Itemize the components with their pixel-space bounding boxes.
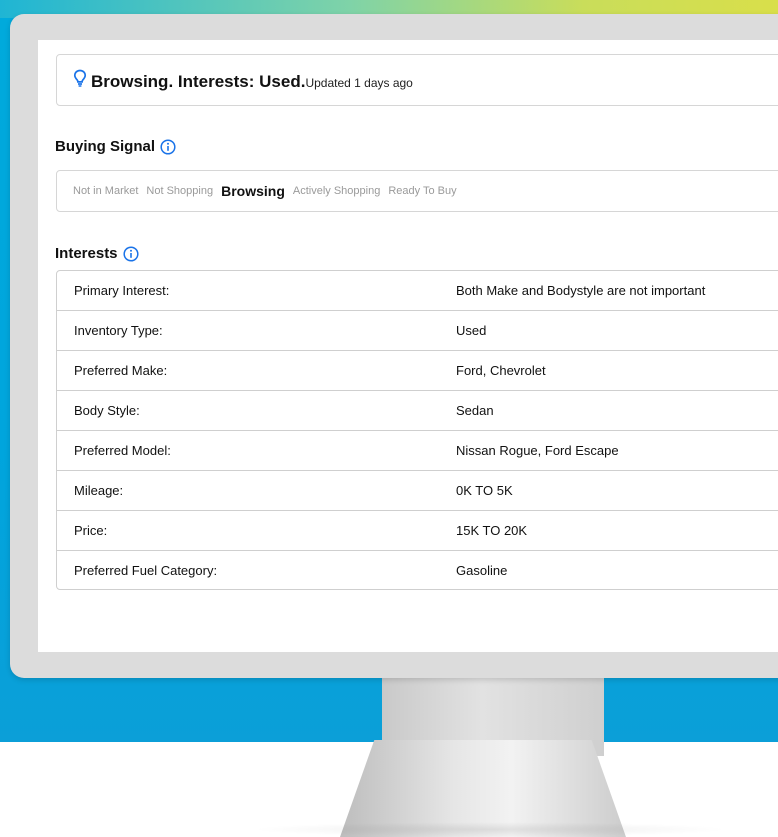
row-value: 15K TO 20K [456,523,528,538]
stage-browsing: Browsing [221,183,285,199]
status-updated-text: Updated 1 days ago [305,76,413,90]
stand-shadow [250,822,730,837]
table-row: Preferred Make: Ford, Chevrolet [57,351,778,391]
row-label: Inventory Type: [74,323,163,338]
row-value: Used [456,323,487,338]
row-label: Preferred Fuel Category: [74,563,218,578]
lightbulb-icon [73,69,87,87]
table-row: Body Style: Sedan [57,391,778,431]
table-row: Price: 15K TO 20K [57,511,778,551]
row-label: Body Style: [74,403,140,418]
row-label: Mileage: [74,483,124,498]
interests-title: Interests [55,245,118,262]
row-value: Sedan [456,403,494,418]
status-line: Browsing. Interests: Used. Updated 1 day… [73,69,413,92]
status-card: Browsing. Interests: Used. Updated 1 day… [56,54,778,106]
row-label: Preferred Make: [74,363,168,378]
table-row: Mileage: 0K TO 5K [57,471,778,511]
row-value: Gasoline [456,563,508,578]
row-label: Primary Interest: [74,283,170,298]
row-value: Nissan Rogue, Ford Escape [456,443,619,458]
row-value: Ford, Chevrolet [456,363,546,378]
table-row: Preferred Model: Nissan Rogue, Ford Esca… [57,431,778,471]
interests-heading: Interests [55,245,139,262]
stage-not-in-market: Not in Market [73,185,139,197]
stage-ready-to-buy: Ready To Buy [388,185,457,197]
row-value: Both Make and Bodystyle are not importan… [456,283,706,298]
stage-not-shopping: Not Shopping [146,185,214,197]
table-row: Inventory Type: Used [57,311,778,351]
buying-signal-heading: Buying Signal [55,138,176,155]
row-value: 0K TO 5K [456,483,513,498]
table-row: Primary Interest: Both Make and Bodystyl… [57,271,778,311]
buying-signal-title: Buying Signal [55,138,156,155]
monitor-scene: Browsing. Interests: Used. Updated 1 day… [0,0,778,837]
interests-table: Primary Interest: Both Make and Bodystyl… [56,270,778,590]
info-icon[interactable] [122,245,139,262]
buying-signal-card: Not in Market Not Shopping Browsing Acti… [56,170,778,212]
monitor-screen: Browsing. Interests: Used. Updated 1 day… [38,40,778,652]
info-icon[interactable] [160,138,176,155]
table-row: Preferred Fuel Category: Gasoline [57,551,778,589]
row-label: Price: [74,523,108,538]
stage-actively-shopping: Actively Shopping [292,185,381,197]
status-headline: Browsing. Interests: Used. [91,72,306,91]
row-label: Preferred Model: [74,443,171,458]
buying-signal-stages: Not in Market Not Shopping Browsing Acti… [73,171,457,211]
